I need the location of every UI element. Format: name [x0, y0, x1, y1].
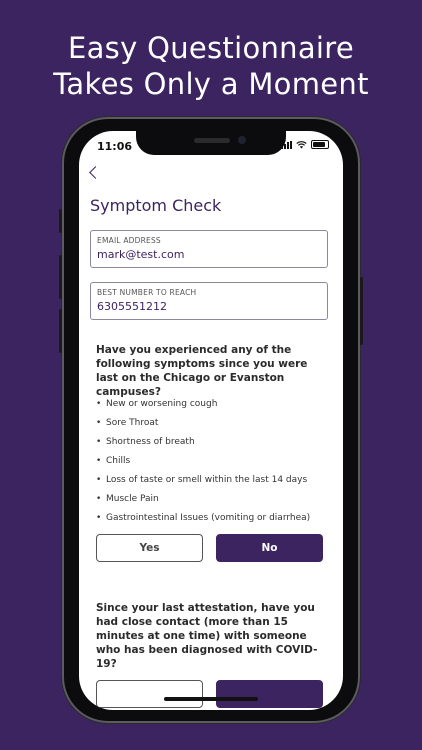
app-screen: 11:06 Symptom Check EMAIL ADDRESS mark@t…: [79, 131, 343, 710]
list-item: • New or worsening cough: [96, 398, 218, 409]
phone-power-button: [360, 277, 363, 345]
yes-button[interactable]: Yes: [96, 534, 203, 562]
symptoms-question: Have you experienced any of the followin…: [96, 344, 308, 398]
promo-line-1: Easy Questionnaire: [67, 31, 355, 65]
wifi-icon: [296, 140, 307, 148]
phone-mute-switch: [59, 209, 62, 233]
page-title: Symptom Check: [90, 196, 222, 215]
list-item: • Muscle Pain: [96, 493, 159, 504]
cellular-signal-icon: [281, 140, 292, 149]
symptom-label: New or worsening cough: [106, 398, 218, 409]
symptom-label: Loss of taste or smell within the last 1…: [106, 474, 308, 485]
promo-headline: Easy Questionnaire Takes Only a Moment: [0, 30, 422, 102]
yes-button-2[interactable]: [96, 680, 203, 708]
battery-icon: [311, 140, 329, 149]
symptom-label: Gastrointestinal Issues (vomiting or dia…: [106, 512, 311, 523]
symptom-label: Sore Throat: [106, 417, 159, 428]
phone-field-value[interactable]: 6305551212: [97, 300, 167, 313]
home-indicator[interactable]: [164, 697, 258, 701]
phone-volume-down: [59, 309, 62, 353]
phone-volume-up: [59, 255, 62, 299]
front-camera: [238, 136, 246, 144]
list-item: • Sore Throat: [96, 417, 159, 428]
email-field[interactable]: EMAIL ADDRESS mark@test.com: [90, 230, 328, 268]
list-item: • Loss of taste or smell within the last …: [96, 474, 308, 485]
phone-field-label: BEST NUMBER TO REACH: [97, 288, 197, 297]
email-field-label: EMAIL ADDRESS: [97, 236, 161, 245]
symptom-label: Shortness of breath: [106, 436, 195, 447]
symptom-label: Muscle Pain: [106, 493, 159, 504]
status-time: 11:06: [97, 140, 133, 153]
promo-line-2: Takes Only a Moment: [53, 67, 369, 101]
back-chevron-icon[interactable]: [87, 164, 101, 182]
status-icons: [281, 140, 329, 149]
symptom-list: • New or worsening cough • Sore Throat • Sh…: [96, 394, 326, 527]
list-item: • Gastrointestinal Issues (vomiting or di…: [96, 512, 311, 523]
list-item: • Chills: [96, 455, 131, 466]
no-button-2[interactable]: [216, 680, 323, 708]
list-item: • Shortness of breath: [96, 436, 195, 447]
phone-number-field[interactable]: BEST NUMBER TO REACH 6305551212: [90, 282, 328, 320]
email-field-value[interactable]: mark@test.com: [97, 248, 184, 261]
speaker-grille: [194, 138, 230, 143]
phone-notch: [136, 131, 286, 155]
no-button[interactable]: No: [216, 534, 323, 562]
symptom-label: Chills: [106, 455, 131, 466]
close-contact-question: Since your last attestation, have you ha…: [96, 602, 318, 670]
